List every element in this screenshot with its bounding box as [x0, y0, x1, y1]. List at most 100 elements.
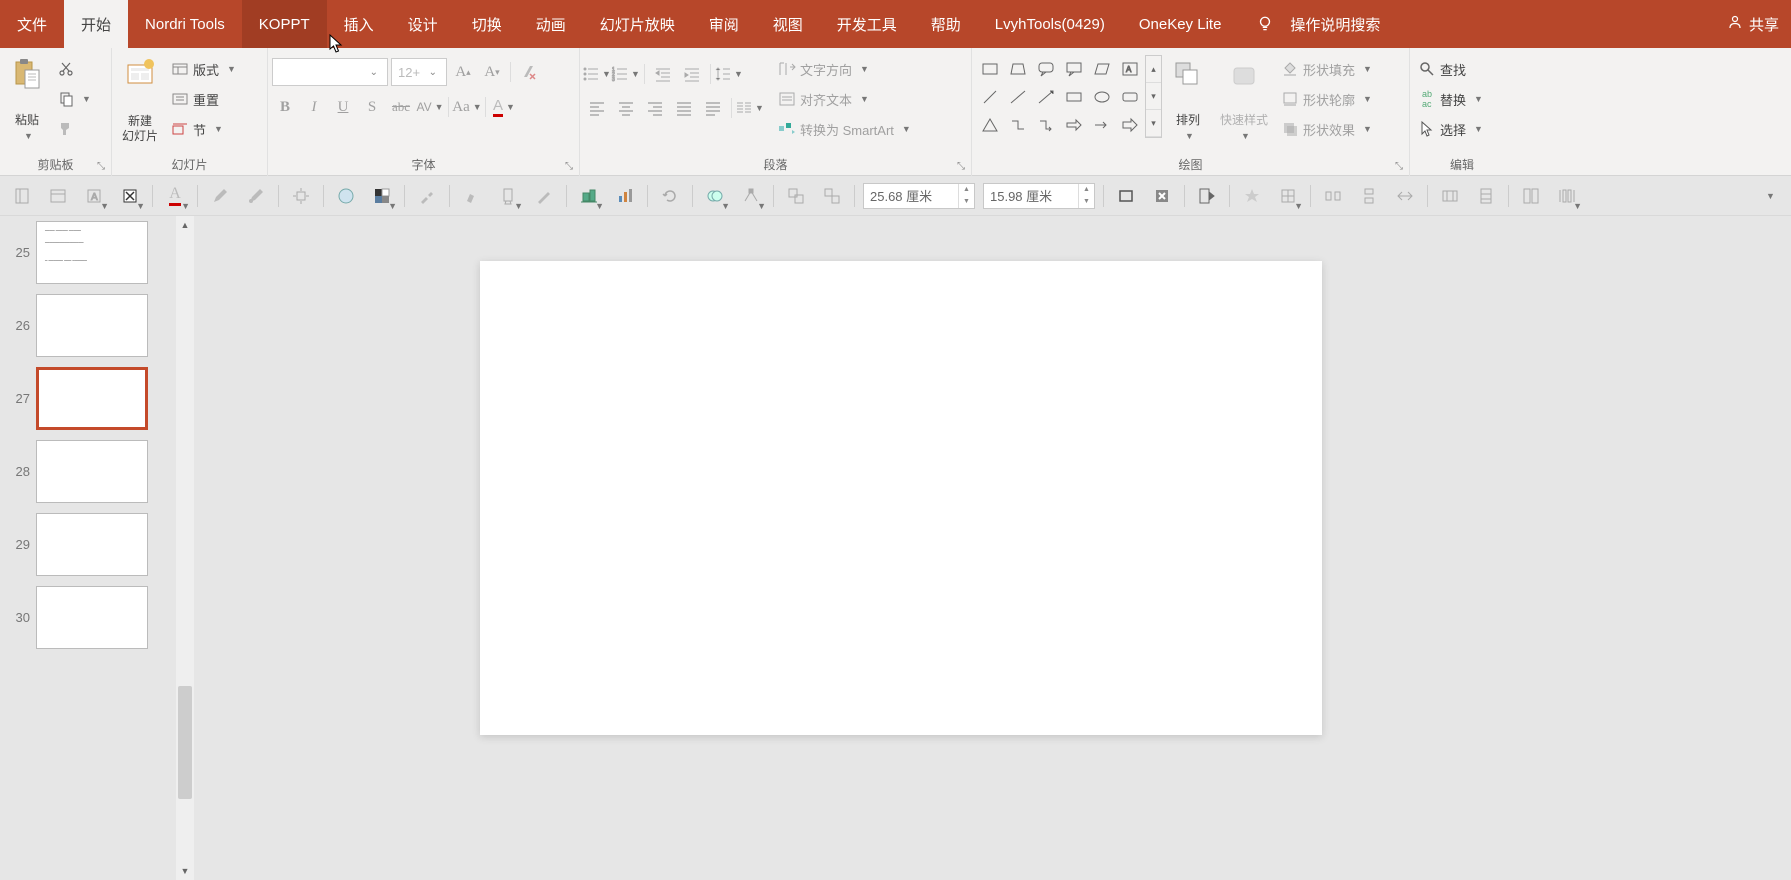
- align-right-button[interactable]: [642, 95, 668, 121]
- qat-btn-x6[interactable]: [1472, 182, 1500, 210]
- slide-thumbnail-28[interactable]: 28: [0, 435, 194, 508]
- slide-thumbnail-26[interactable]: 26: [0, 289, 194, 362]
- qat-pen-2[interactable]: [242, 182, 270, 210]
- slide-canvas[interactable]: [480, 261, 1322, 735]
- qat-eyedropper[interactable]: [413, 182, 441, 210]
- slide-thumbnail-25[interactable]: 25━━━━ ━━━━━ ━━━━━━━━━━━━━━━━━━━━━━ ━━━━…: [0, 216, 194, 289]
- qat-rotate[interactable]: [656, 182, 684, 210]
- scrollbar-thumb[interactable]: [178, 686, 192, 799]
- new-slide-button[interactable]: 新建 幻灯片: [116, 55, 164, 147]
- qat-theme[interactable]: ▼: [368, 182, 396, 210]
- find-button[interactable]: 查找: [1414, 55, 1488, 83]
- shape-roundrect[interactable]: [1116, 83, 1143, 110]
- tab-review[interactable]: 审阅: [692, 0, 756, 48]
- slide-thumbnail[interactable]: [36, 513, 148, 576]
- qat-pencil[interactable]: [530, 182, 558, 210]
- shape-outline-button[interactable]: 形状轮廓▼: [1277, 85, 1377, 113]
- qat-highlighter[interactable]: [458, 182, 486, 210]
- slide-thumbnail-30[interactable]: 30: [0, 581, 194, 654]
- cut-button[interactable]: [53, 55, 96, 83]
- slide-thumbnail[interactable]: [36, 294, 148, 357]
- shape-effects-button[interactable]: 形状效果▼: [1277, 115, 1377, 143]
- increase-font-button[interactable]: A▴: [450, 59, 476, 85]
- shape-arrow-right[interactable]: [1060, 111, 1087, 138]
- shapes-gallery-scroll[interactable]: ▴▾▾: [1145, 55, 1162, 138]
- qat-chart[interactable]: [611, 182, 639, 210]
- qat-animation[interactable]: [1238, 182, 1266, 210]
- tab-view[interactable]: 视图: [756, 0, 820, 48]
- font-dialog-launcher[interactable]: ⤡: [562, 159, 576, 173]
- shape-arrow-block[interactable]: [1116, 111, 1143, 138]
- qat-snap[interactable]: [287, 182, 315, 210]
- qat-circle[interactable]: [332, 182, 360, 210]
- section-button[interactable]: 节▼: [167, 115, 241, 143]
- quick-styles-button[interactable]: 快速样式▼: [1214, 55, 1274, 147]
- shape-triangle[interactable]: [976, 111, 1003, 138]
- change-case-button[interactable]: Aa▼: [454, 94, 480, 120]
- increase-indent-button[interactable]: [679, 61, 705, 87]
- decrease-indent-button[interactable]: [650, 61, 676, 87]
- shape-rectangle[interactable]: [976, 55, 1003, 82]
- shape-trapezoid[interactable]: [1004, 55, 1031, 82]
- slide-thumbnail[interactable]: [36, 440, 148, 503]
- tab-help[interactable]: 帮助: [914, 0, 978, 48]
- align-left-button[interactable]: [584, 95, 610, 121]
- tab-nordri[interactable]: Nordri Tools: [128, 0, 242, 48]
- strikethrough-button[interactable]: abc: [388, 94, 414, 120]
- shape-callout2[interactable]: [1060, 55, 1087, 82]
- qat-edit-points[interactable]: ▼: [737, 182, 765, 210]
- shape-line-diag[interactable]: [976, 83, 1003, 110]
- align-center-button[interactable]: [613, 95, 639, 121]
- qat-btn-4[interactable]: ▼: [116, 182, 144, 210]
- shape-line[interactable]: [1004, 83, 1031, 110]
- shape-connector-arrow[interactable]: [1032, 111, 1059, 138]
- shape-rect2[interactable]: [1060, 83, 1087, 110]
- tab-lvyhtools[interactable]: LvyhTools(0429): [978, 0, 1122, 48]
- qat-overflow[interactable]: ▼: [1755, 182, 1783, 210]
- qat-marker[interactable]: ▼: [494, 182, 522, 210]
- share-button[interactable]: 共享: [1715, 0, 1791, 48]
- paste-button[interactable]: 粘贴▼: [4, 55, 50, 147]
- shadow-button[interactable]: S: [359, 94, 385, 120]
- decrease-font-button[interactable]: A▾: [479, 59, 505, 85]
- text-direction-button[interactable]: 文字方向▼: [774, 55, 916, 83]
- layout-button[interactable]: 版式▼: [167, 55, 241, 83]
- bold-button[interactable]: B: [272, 94, 298, 120]
- convert-smartart-button[interactable]: 转换为 SmartArt▼: [774, 115, 916, 143]
- slide-thumbnail-27[interactable]: 27: [0, 362, 194, 435]
- tell-me-search[interactable]: 操作说明搜索: [1238, 0, 1398, 48]
- select-button[interactable]: 选择▼: [1414, 115, 1488, 143]
- qat-btn-x2[interactable]: [1319, 182, 1347, 210]
- tab-onekey[interactable]: OneKey Lite: [1122, 0, 1239, 48]
- justify-button[interactable]: [671, 95, 697, 121]
- shape-oval[interactable]: [1088, 83, 1115, 110]
- drawing-dialog-launcher[interactable]: ⤡: [1392, 159, 1406, 173]
- distribute-button[interactable]: [700, 95, 726, 121]
- replace-button[interactable]: abac替换▼: [1414, 85, 1488, 113]
- qat-crop[interactable]: [1112, 182, 1140, 210]
- copy-button[interactable]: ▼: [53, 85, 96, 113]
- scroll-up-button[interactable]: ▲: [176, 216, 194, 234]
- slide-canvas-area[interactable]: [194, 216, 1791, 880]
- qat-pen-1[interactable]: [206, 182, 234, 210]
- shape-arrow-line[interactable]: [1032, 83, 1059, 110]
- shapes-gallery[interactable]: A: [976, 55, 1143, 138]
- paragraph-dialog-launcher[interactable]: ⤡: [954, 159, 968, 173]
- tab-animation[interactable]: 动画: [519, 0, 583, 48]
- slide-thumbnail[interactable]: ━━━━ ━━━━━ ━━━━━━━━━━━━━━━━━━━━━━ ━━━━━━…: [36, 221, 148, 284]
- tab-insert[interactable]: 插入: [327, 0, 391, 48]
- align-text-button[interactable]: 对齐文本▼: [774, 85, 916, 113]
- qat-align-objects[interactable]: ▼: [575, 182, 603, 210]
- qat-btn-x8[interactable]: ▼: [1553, 182, 1581, 210]
- shape-textbox[interactable]: A: [1116, 55, 1143, 82]
- bullets-button[interactable]: ▼: [584, 61, 610, 87]
- shape-callout[interactable]: [1032, 55, 1059, 82]
- qat-font-color[interactable]: A▼: [161, 182, 189, 210]
- qat-delete[interactable]: [1148, 182, 1176, 210]
- shape-arrow-thin[interactable]: [1088, 111, 1115, 138]
- clear-formatting-button[interactable]: [516, 59, 542, 85]
- format-painter-button[interactable]: [53, 115, 96, 143]
- shape-fill-button[interactable]: 形状填充▼: [1277, 55, 1377, 83]
- clipboard-dialog-launcher[interactable]: ⤡: [94, 159, 108, 173]
- qat-btn-x5[interactable]: [1436, 182, 1464, 210]
